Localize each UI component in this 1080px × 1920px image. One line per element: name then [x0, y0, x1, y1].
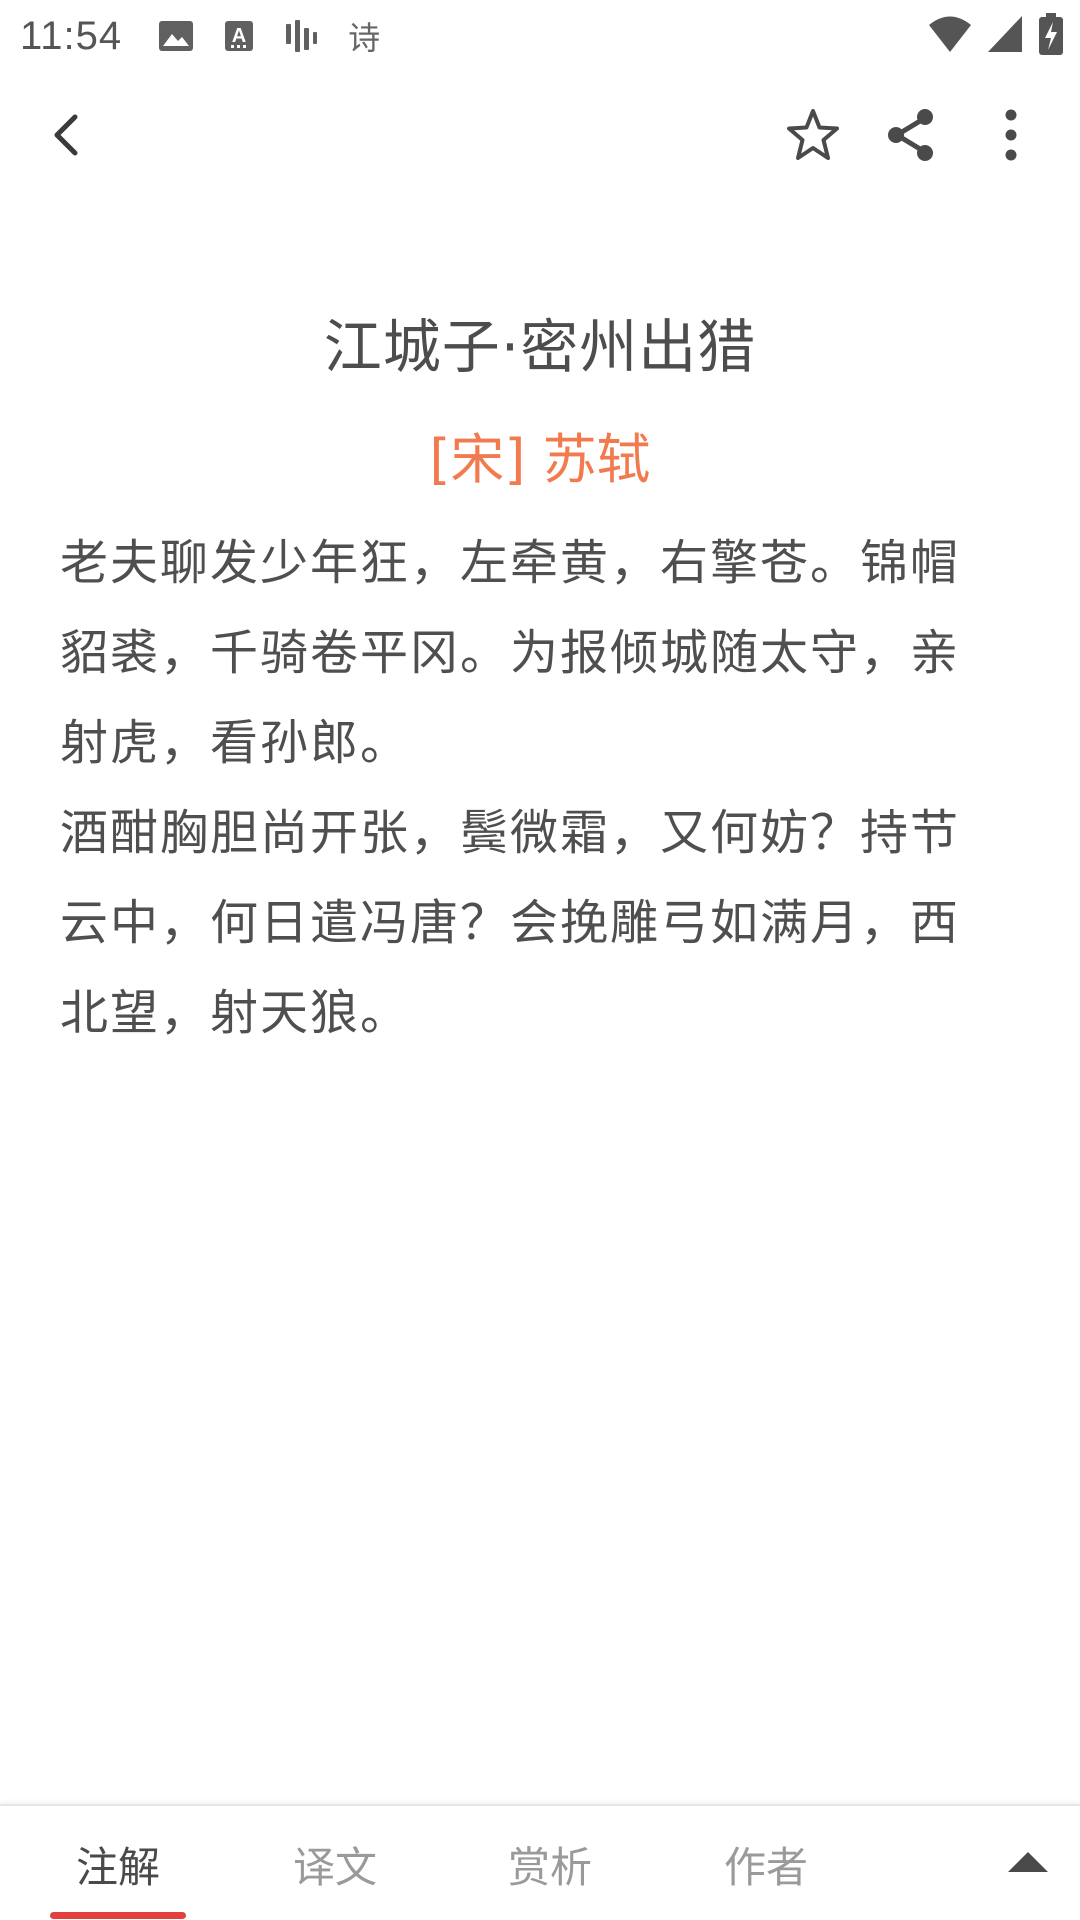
- favorite-button[interactable]: [768, 92, 858, 182]
- tab-appreciation[interactable]: 赏析: [470, 1806, 630, 1920]
- poem-stanza-2: 酒酣胸胆尚开张，鬓微霜，又何妨？持节云中，何日遣冯唐？会挽雕弓如满月，西北望，射…: [60, 805, 961, 1041]
- image-icon: [158, 20, 194, 52]
- battery-charging-icon: [1038, 12, 1064, 56]
- poem-title: 江城子·密州出猎: [323, 313, 757, 381]
- more-vert-icon: [1001, 108, 1021, 166]
- status-notification-icons: A 诗: [158, 13, 380, 59]
- poem-stanza-1: 老夫聊发少年狂，左牵黄，右擎苍。锦帽貂裘，千骑卷平冈。为报倾城随太守，亲射虎，看…: [60, 535, 961, 771]
- text-a-icon: A: [224, 20, 254, 52]
- poem-detail-screen: 11:54 A 诗 江城子·密州出猎 [宋] 苏轼 老夫聊发少年狂，左牵黄，右擎…: [0, 0, 1080, 1920]
- svg-text:A: A: [232, 25, 246, 47]
- cell-signal-icon: [986, 14, 1024, 54]
- poem-author-link[interactable]: [宋] 苏轼: [0, 415, 1080, 494]
- active-tab-indicator: [50, 1912, 186, 1919]
- share-icon: [884, 107, 938, 167]
- share-button[interactable]: [866, 92, 956, 182]
- tab-annotation[interactable]: 注解: [38, 1806, 198, 1920]
- poem-body: 老夫聊发少年狂，左牵黄，右擎苍。锦帽貂裘，千骑卷平冈。为报倾城随太守，亲射虎，看…: [60, 518, 990, 1058]
- wifi-icon: [928, 14, 972, 54]
- bottom-tab-bar: 注解 译文 赏析 作者: [0, 1804, 1080, 1920]
- back-button[interactable]: [22, 92, 112, 182]
- caret-up-icon: [1005, 1849, 1051, 1879]
- tab-author[interactable]: 作者: [686, 1806, 846, 1920]
- audio-bars-icon: [284, 18, 318, 54]
- tab-translation[interactable]: 译文: [255, 1806, 415, 1920]
- more-options-button[interactable]: [966, 92, 1056, 182]
- app-bar: [0, 72, 1080, 202]
- status-system-icons: [928, 12, 1064, 56]
- back-arrow-icon: [47, 111, 87, 163]
- status-app-label: 诗: [348, 19, 381, 57]
- status-time: 11:54: [20, 13, 123, 58]
- star-outline-icon: [785, 108, 841, 166]
- status-bar: 11:54 A 诗: [0, 0, 1080, 72]
- expand-panel-button[interactable]: [990, 1826, 1066, 1902]
